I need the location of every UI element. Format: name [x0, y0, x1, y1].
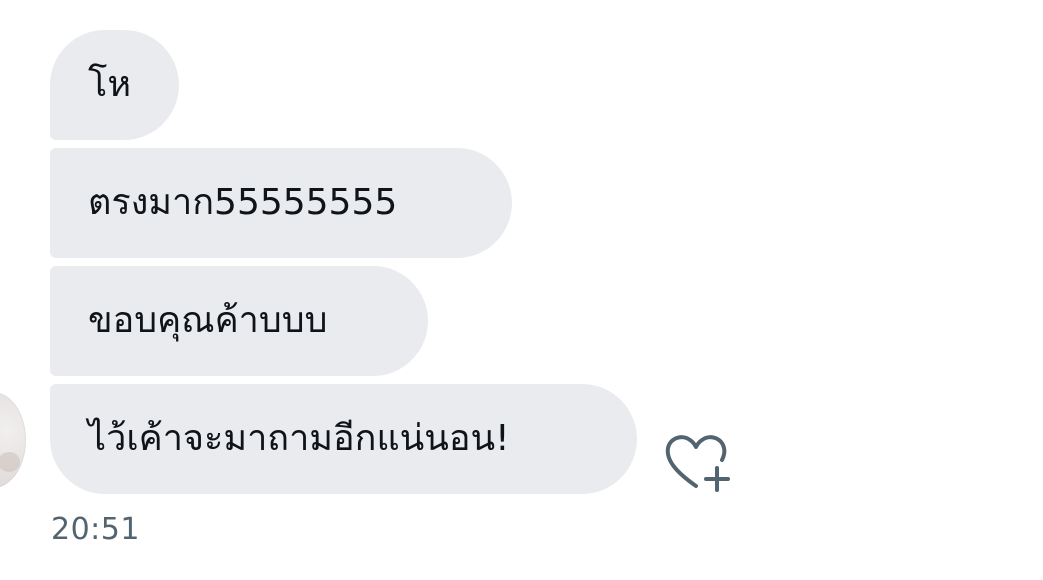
- message-bubble[interactable]: ไว้เค้าจะมาถามอีกแน่นอน!: [50, 384, 637, 494]
- message-bubble[interactable]: ขอบคุณค้าบบบ: [50, 266, 428, 376]
- heart-plus-icon: [662, 430, 734, 494]
- sender-avatar[interactable]: [0, 392, 26, 488]
- message-bubble[interactable]: ตรงมาก55555555: [50, 148, 512, 258]
- message-timestamp: 20:51: [51, 512, 140, 547]
- add-reaction-button[interactable]: [662, 430, 734, 494]
- message-bubble[interactable]: โห: [50, 30, 179, 140]
